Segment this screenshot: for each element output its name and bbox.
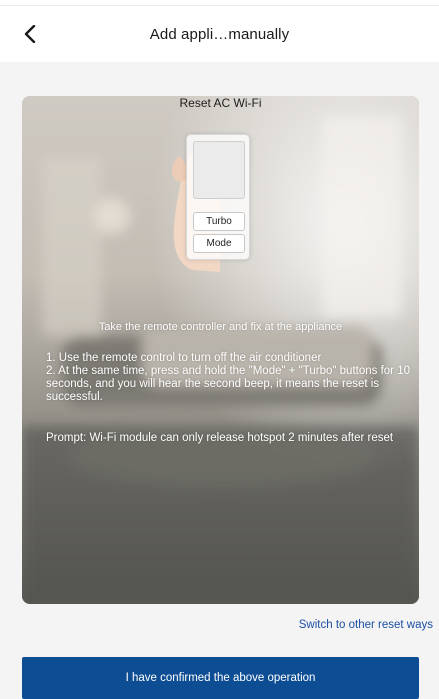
back-button[interactable]: [14, 18, 46, 50]
reset-steps: 1. Use the remote control to turn off th…: [46, 352, 419, 404]
remote-turbo-key: Turbo: [193, 212, 245, 231]
reset-wifi-screen: Add appli…manually Reset AC Wi-Fi Turbo …: [0, 0, 439, 699]
step-item: 2. At the same time, press and hold the …: [46, 365, 410, 403]
remote-controller-illustration: Turbo Mode: [122, 134, 262, 274]
step-item: 1. Use the remote control to turn off th…: [46, 352, 322, 364]
remote-controller: Turbo Mode: [186, 134, 250, 260]
page-title: Add appli…manually: [149, 25, 290, 43]
switch-reset-ways-link[interactable]: Switch to other reset ways: [299, 619, 433, 631]
card-title: Reset AC Wi-Fi: [179, 96, 262, 110]
chevron-left-icon: [24, 25, 36, 43]
remote-display: [193, 141, 245, 199]
remote-mode-key: Mode: [193, 234, 245, 253]
header: Add appli…manually: [0, 6, 439, 62]
instruction-lead: Take the remote controller and fix at th…: [98, 321, 343, 333]
hotspot-prompt: Prompt: Wi-Fi module can only release ho…: [46, 432, 394, 444]
instruction-card: Reset AC Wi-Fi Turbo Mode Take the remot…: [22, 96, 419, 604]
confirm-operation-button[interactable]: I have confirmed the above operation: [22, 657, 419, 699]
